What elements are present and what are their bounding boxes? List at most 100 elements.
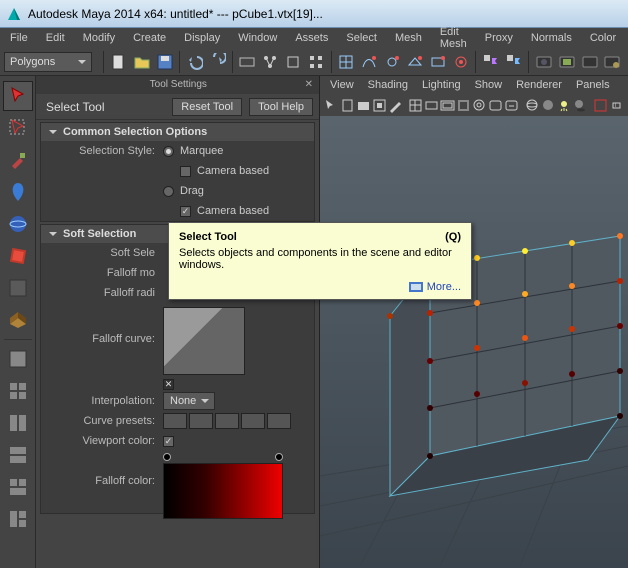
make-live-icon[interactable]	[450, 51, 471, 73]
open-scene-icon[interactable]	[131, 51, 152, 73]
menu-display[interactable]: Display	[176, 30, 228, 46]
falloff-curve-editor[interactable]	[163, 307, 245, 375]
snap-curve-icon[interactable]	[359, 51, 380, 73]
single-pane-button[interactable]	[3, 344, 33, 374]
camera-based-checkbox-2[interactable]: ✓	[180, 206, 191, 217]
menu-normals[interactable]: Normals	[523, 30, 580, 46]
history-icon[interactable]	[480, 51, 501, 73]
undo-icon[interactable]	[184, 51, 205, 73]
marquee-radio[interactable]	[163, 146, 174, 157]
reset-tool-button[interactable]: Reset Tool	[172, 98, 242, 116]
preset-5[interactable]	[267, 413, 291, 429]
vp-field-chart-icon[interactable]	[472, 96, 487, 114]
common-selection-header[interactable]: Common Selection Options	[41, 123, 314, 141]
tooltip-body: Selects objects and components in the sc…	[179, 247, 461, 271]
vp-camera-select-icon[interactable]	[324, 96, 339, 114]
snap-plane-icon[interactable]	[404, 51, 425, 73]
history-toggle-icon[interactable]	[503, 51, 524, 73]
menu-create[interactable]: Create	[125, 30, 174, 46]
tooltip-more-link[interactable]: More...	[179, 281, 461, 293]
menu-window[interactable]: Window	[230, 30, 285, 46]
vp-xray-icon[interactable]: T	[609, 96, 624, 114]
scale-tool-button[interactable]	[3, 241, 33, 271]
three-pane-t-button[interactable]	[3, 472, 33, 502]
toolbar-separator	[528, 51, 529, 73]
panel-close-button[interactable]: ✕	[305, 76, 313, 94]
tool-help-button[interactable]: Tool Help	[249, 98, 313, 116]
camera-based-checkbox-1[interactable]	[180, 166, 191, 177]
gradient-handle-left[interactable]	[163, 453, 171, 461]
curve-lock-checkbox[interactable]: ✕	[163, 379, 174, 390]
paint-select-tool-button[interactable]	[3, 145, 33, 175]
lasso-tool-button[interactable]	[3, 113, 33, 143]
menu-color[interactable]: Color	[582, 30, 624, 46]
vp-wireframe-icon[interactable]	[525, 96, 540, 114]
menu-file[interactable]: File	[2, 30, 36, 46]
gradient-handle-right[interactable]	[275, 453, 283, 461]
palette-divider	[4, 339, 32, 340]
menu-select[interactable]: Select	[338, 30, 385, 46]
vp-bookmark-icon[interactable]	[340, 96, 355, 114]
viewport-color-checkbox[interactable]: ✓	[163, 436, 174, 447]
vp-lights-icon[interactable]	[557, 96, 572, 114]
vp-safe-action-icon[interactable]	[488, 96, 503, 114]
menu-editmesh[interactable]: Edit Mesh	[432, 24, 475, 52]
select-by-name-icon[interactable]	[237, 51, 258, 73]
vp-safe-title-icon[interactable]	[504, 96, 519, 114]
vp-shadows-icon[interactable]	[573, 96, 588, 114]
select-component-icon[interactable]	[306, 51, 327, 73]
redo-icon[interactable]	[207, 51, 228, 73]
snap-point-icon[interactable]	[382, 51, 403, 73]
last-tool-button[interactable]	[3, 273, 33, 303]
vp-shaded-icon[interactable]	[541, 96, 556, 114]
render-settings-icon[interactable]	[602, 51, 623, 73]
select-object-icon[interactable]	[283, 51, 304, 73]
vp-gate-mask-icon[interactable]	[456, 96, 471, 114]
vp-menu-show[interactable]: Show	[469, 78, 509, 92]
vp-menu-renderer[interactable]: Renderer	[510, 78, 568, 92]
save-scene-icon[interactable]	[154, 51, 175, 73]
menu-modify[interactable]: Modify	[75, 30, 123, 46]
perspective-viewport[interactable]: View Shading Lighting Show Renderer Pane…	[320, 76, 628, 568]
vp-isolate-icon[interactable]	[593, 96, 608, 114]
two-pane-v-button[interactable]	[3, 440, 33, 470]
snap-live-icon[interactable]	[427, 51, 448, 73]
vp-menu-shading[interactable]: Shading	[362, 78, 414, 92]
falloff-color-gradient[interactable]	[163, 463, 283, 519]
menu-mesh[interactable]: Mesh	[387, 30, 430, 46]
new-scene-icon[interactable]	[108, 51, 129, 73]
vp-2d-pan-icon[interactable]	[372, 96, 387, 114]
menu-edit[interactable]: Edit	[38, 30, 73, 46]
vp-grid-icon[interactable]	[408, 96, 423, 114]
select-hierarchy-icon[interactable]	[260, 51, 281, 73]
interpolation-dropdown[interactable]: None	[163, 392, 215, 410]
preset-3[interactable]	[215, 413, 239, 429]
rotate-tool-button[interactable]	[3, 209, 33, 239]
render-view-icon[interactable]	[579, 51, 600, 73]
show-manip-button[interactable]	[3, 305, 33, 335]
select-tool-button[interactable]	[3, 81, 33, 111]
menu-proxy[interactable]: Proxy	[477, 30, 521, 46]
move-tool-button[interactable]	[3, 177, 33, 207]
vp-image-plane-icon[interactable]	[356, 96, 371, 114]
menu-assets[interactable]: Assets	[287, 30, 336, 46]
four-pane-button[interactable]	[3, 376, 33, 406]
preset-1[interactable]	[163, 413, 187, 429]
scene-3d[interactable]	[320, 116, 628, 566]
vp-menu-view[interactable]: View	[324, 78, 360, 92]
preset-4[interactable]	[241, 413, 265, 429]
render-frame-icon[interactable]	[533, 51, 554, 73]
three-pane-l-button[interactable]	[3, 504, 33, 534]
tooltip-shortcut: (Q)	[445, 231, 461, 243]
ipr-render-icon[interactable]	[556, 51, 577, 73]
vp-res-gate-icon[interactable]	[440, 96, 455, 114]
drag-radio[interactable]	[163, 186, 174, 197]
vp-menu-lighting[interactable]: Lighting	[416, 78, 467, 92]
vp-film-gate-icon[interactable]	[424, 96, 439, 114]
vp-menu-panels[interactable]: Panels	[570, 78, 616, 92]
vp-grease-icon[interactable]	[388, 96, 403, 114]
mode-selector[interactable]: Polygons	[4, 52, 92, 72]
two-pane-h-button[interactable]	[3, 408, 33, 438]
preset-2[interactable]	[189, 413, 213, 429]
snap-grid-icon[interactable]	[336, 51, 357, 73]
